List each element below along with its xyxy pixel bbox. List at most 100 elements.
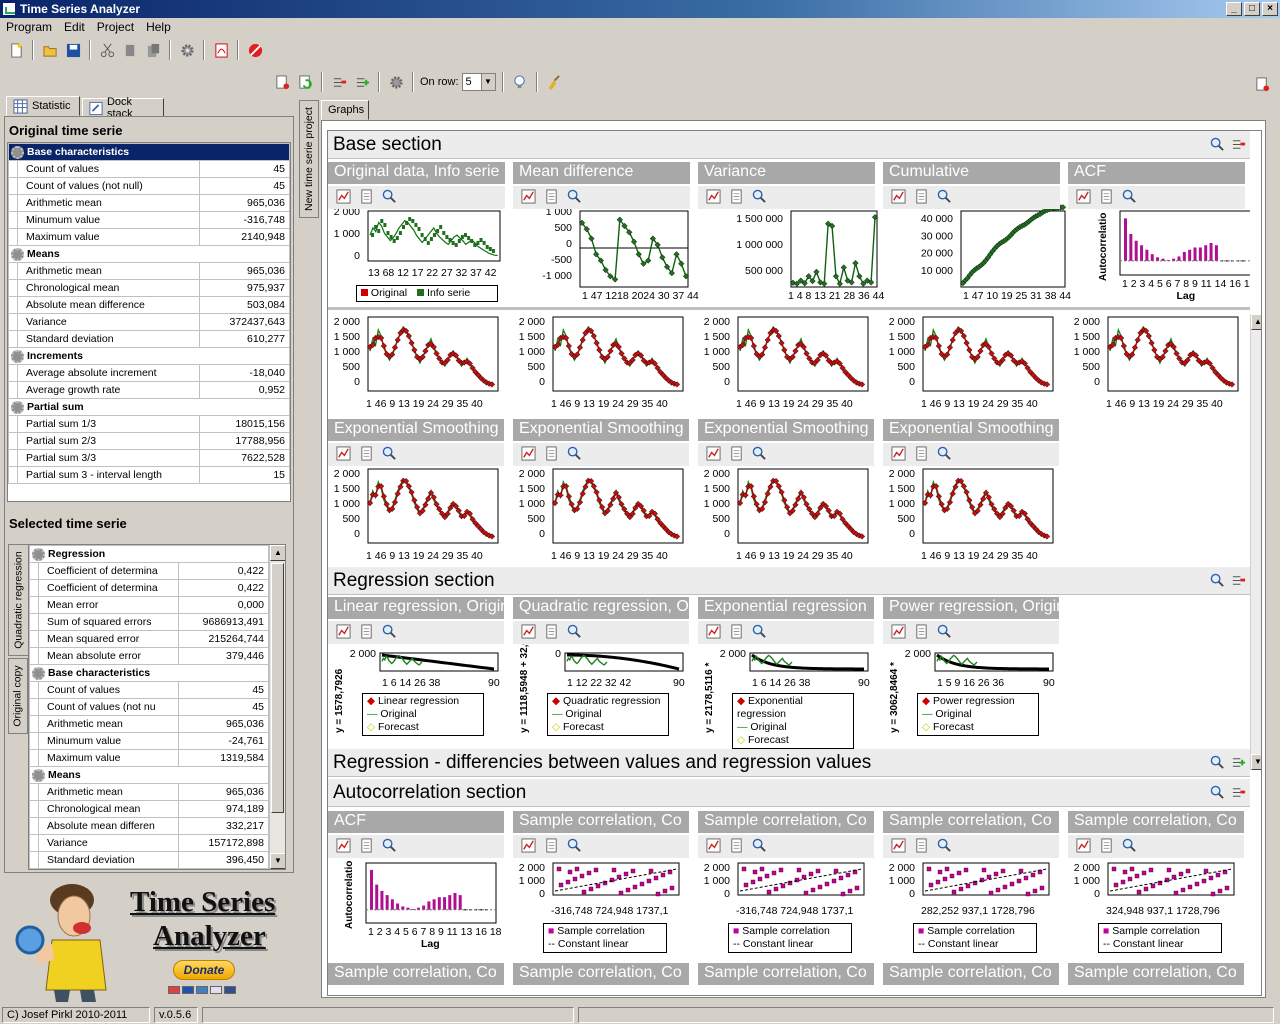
menu-help[interactable]: Help xyxy=(140,20,177,34)
chart-icon[interactable] xyxy=(336,189,351,206)
section-zoom-icon[interactable] xyxy=(1210,573,1225,588)
chart-icon[interactable] xyxy=(521,446,536,463)
zoom-icon[interactable] xyxy=(567,624,582,641)
section-collapse-icon[interactable] xyxy=(1231,785,1246,800)
tab-dock-stack[interactable]: Dock stack xyxy=(82,96,164,120)
section-zoom-icon[interactable] xyxy=(1210,785,1225,800)
document-icon[interactable] xyxy=(544,446,559,463)
chart-icon[interactable] xyxy=(336,446,351,463)
chart-icon[interactable] xyxy=(336,838,351,855)
stat-row[interactable]: Standard deviation 396,450 xyxy=(29,851,269,869)
group-row[interactable]: Means xyxy=(8,245,290,263)
copy-icon[interactable] xyxy=(120,40,140,60)
menu-edit[interactable]: Edit xyxy=(58,20,91,34)
tab-original-copy[interactable]: Original copy xyxy=(8,658,28,734)
stat-row[interactable]: Average absolute increment -18,040 xyxy=(8,364,290,382)
zoom-icon[interactable] xyxy=(937,189,952,206)
zoom-icon[interactable] xyxy=(382,624,397,641)
chart-icon[interactable] xyxy=(706,838,721,855)
stat-row[interactable]: Average growth rate 0,952 xyxy=(8,381,290,399)
refresh-graph-icon[interactable] xyxy=(295,72,315,92)
scroll-down-icon[interactable]: ▼ xyxy=(270,853,285,869)
group-row[interactable]: Base characteristics xyxy=(29,664,269,682)
document-icon[interactable] xyxy=(544,838,559,855)
document-icon[interactable] xyxy=(729,624,744,641)
group-row[interactable]: Means xyxy=(29,766,269,784)
maximize-button[interactable]: □ xyxy=(1244,2,1260,16)
document-icon[interactable] xyxy=(544,624,559,641)
stat-row[interactable]: Partial sum 1/3 18015,156 xyxy=(8,415,290,433)
zoom-icon[interactable] xyxy=(382,838,397,855)
group-row[interactable]: Base characteristics xyxy=(8,143,290,161)
stat-row[interactable]: Minumum value -24,761 xyxy=(29,732,269,750)
stat-row[interactable]: Variance 372437,643 xyxy=(8,313,290,331)
close-button[interactable]: × xyxy=(1262,2,1278,16)
menu-project[interactable]: Project xyxy=(91,20,140,34)
section-zoom-icon[interactable] xyxy=(1210,137,1225,152)
chart-icon[interactable] xyxy=(1076,189,1091,206)
pdf-export-icon[interactable] xyxy=(211,40,231,60)
chevron-down-icon[interactable]: ▼ xyxy=(480,74,495,90)
chart-icon[interactable] xyxy=(336,624,351,641)
zoom-icon[interactable] xyxy=(752,446,767,463)
cut-icon[interactable] xyxy=(97,40,117,60)
group-row[interactable]: Partial sum xyxy=(8,398,290,416)
stat-row[interactable]: Arithmetic mean 965,036 xyxy=(29,715,269,733)
zoom-icon[interactable] xyxy=(567,189,582,206)
close-doc-icon[interactable] xyxy=(1252,74,1272,94)
stat-row[interactable]: Chronological mean 975,937 xyxy=(8,279,290,297)
section-zoom-icon[interactable] xyxy=(1210,755,1225,770)
tab-graphs[interactable]: Graphs xyxy=(321,100,369,120)
document-icon[interactable] xyxy=(1099,189,1114,206)
on-row-select[interactable]: 5 ▼ xyxy=(461,73,496,91)
menu-program[interactable]: Program xyxy=(0,20,58,34)
document-icon[interactable] xyxy=(729,838,744,855)
new-file-icon[interactable] xyxy=(6,40,26,60)
document-icon[interactable] xyxy=(359,624,374,641)
chart-icon[interactable] xyxy=(706,189,721,206)
document-icon[interactable] xyxy=(729,446,744,463)
chart-icon[interactable] xyxy=(706,624,721,641)
settings-gear-icon[interactable] xyxy=(177,40,197,60)
document-icon[interactable] xyxy=(914,624,929,641)
scroll-up-icon[interactable]: ▲ xyxy=(270,545,285,561)
document-icon[interactable] xyxy=(359,189,374,206)
section-expand-icon[interactable] xyxy=(1231,755,1246,770)
chart-icon[interactable] xyxy=(1076,838,1091,855)
zoom-icon[interactable] xyxy=(937,838,952,855)
zoom-icon[interactable] xyxy=(382,446,397,463)
zoom-icon[interactable] xyxy=(937,446,952,463)
stat-row[interactable]: Count of values (not null) 45 xyxy=(8,177,290,195)
stat-row[interactable]: Arithmetic mean 965,036 xyxy=(8,262,290,280)
document-icon[interactable] xyxy=(914,189,929,206)
zoom-icon[interactable] xyxy=(382,189,397,206)
stat-row[interactable]: Partial sum 2/3 17788,956 xyxy=(8,432,290,450)
graph-settings-icon[interactable] xyxy=(386,72,406,92)
stat-row[interactable]: Variance 157172,898 xyxy=(29,834,269,852)
stat-row[interactable]: Absolute mean differen 332,217 xyxy=(29,817,269,835)
chart-icon[interactable] xyxy=(891,624,906,641)
section-collapse-icon[interactable] xyxy=(1231,137,1246,152)
chart-icon[interactable] xyxy=(521,189,536,206)
group-row[interactable]: Increments xyxy=(8,347,290,365)
stat-row[interactable]: Mean absolute error 379,446 xyxy=(29,647,269,665)
paste-icon[interactable] xyxy=(143,40,163,60)
zoom-icon[interactable] xyxy=(752,624,767,641)
group-row[interactable]: Regression xyxy=(29,545,269,563)
document-icon[interactable] xyxy=(1099,838,1114,855)
broom-icon[interactable] xyxy=(544,72,564,92)
zoom-icon[interactable] xyxy=(567,446,582,463)
tab-quadratic-regression[interactable]: Quadratic regression xyxy=(8,544,28,656)
stat-row[interactable]: Maximum value 2140,948 xyxy=(8,228,290,246)
stat-row[interactable]: Mean error 0,000 xyxy=(29,596,269,614)
graphs-scroll-up-icon[interactable]: ▲ xyxy=(1251,314,1261,330)
tab-statistic[interactable]: Statistic xyxy=(6,96,80,116)
stat-row[interactable]: Partial sum 3/3 7622,528 xyxy=(8,449,290,467)
document-icon[interactable] xyxy=(544,189,559,206)
remove-graph-icon[interactable] xyxy=(272,72,292,92)
stat-row[interactable]: Mean squared error 215264,744 xyxy=(29,630,269,648)
expand-rows-icon[interactable] xyxy=(352,72,372,92)
document-icon[interactable] xyxy=(914,838,929,855)
selected-scrollbar[interactable]: ▲ ▼ xyxy=(269,545,285,869)
save-icon[interactable] xyxy=(63,40,83,60)
